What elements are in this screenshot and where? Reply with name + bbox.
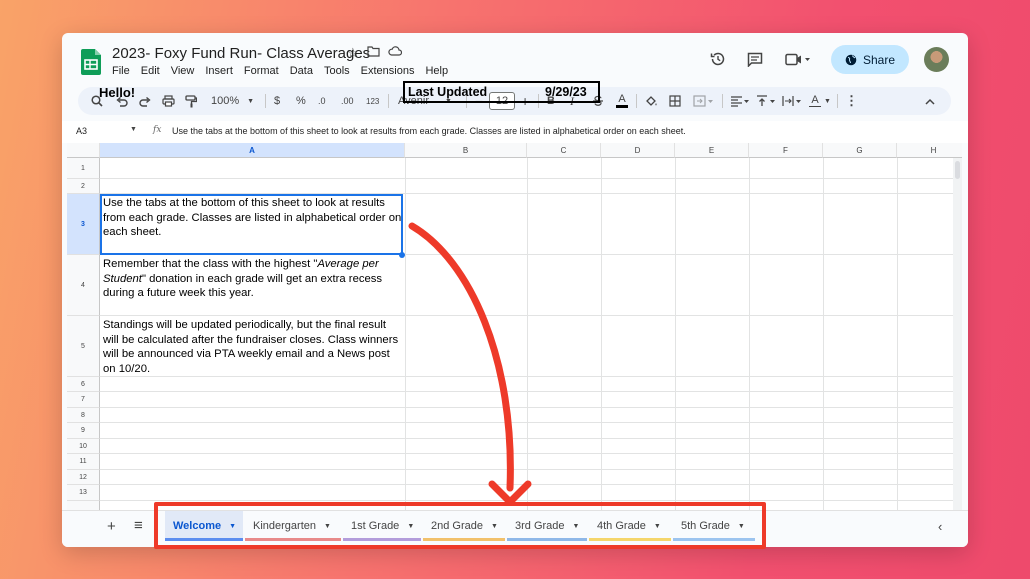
annotation-highlight-box xyxy=(154,502,766,549)
annotation-arrow xyxy=(408,222,532,506)
